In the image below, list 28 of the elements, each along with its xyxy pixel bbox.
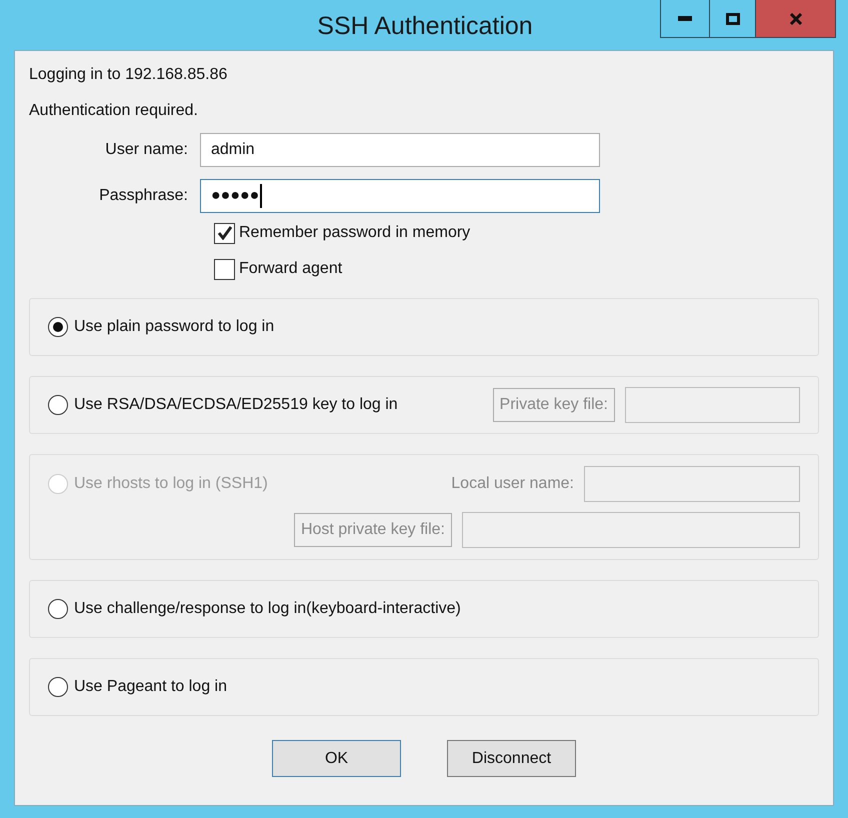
- field-label: Passphrase:: [98, 186, 189, 206]
- minimize-icon: [678, 16, 692, 21]
- minimize-button[interactable]: [660, 0, 710, 38]
- dialog-button[interactable]: OK: [272, 740, 401, 777]
- checkbox[interactable]: [214, 222, 235, 244]
- radio-button[interactable]: Use plain password to log in: [48, 315, 274, 339]
- text-field[interactable]: [462, 512, 800, 548]
- info-text: Logging in to 192.168.85.86: [29, 65, 228, 85]
- text-field[interactable]: [584, 466, 800, 502]
- field-label: Local user name:: [451, 474, 574, 494]
- field-label: Private key file:: [492, 388, 615, 422]
- dialog-button[interactable]: Disconnect: [447, 740, 576, 777]
- checkbox-label[interactable]: Forward agent: [239, 257, 342, 281]
- text-field[interactable]: [625, 387, 800, 423]
- field-label: Host private key file:: [294, 513, 452, 547]
- text-field[interactable]: admin: [200, 133, 600, 167]
- field-label: User name:: [104, 140, 189, 160]
- checkbox[interactable]: [214, 258, 235, 280]
- password-field[interactable]: ●●●●●: [200, 179, 600, 213]
- radio-button[interactable]: Use RSA/DSA/ECDSA/ED25519 key to log in: [48, 393, 398, 417]
- close-button[interactable]: [756, 0, 836, 38]
- checkbox-label[interactable]: Remember password in memory: [239, 221, 470, 245]
- info-text: Authentication required.: [29, 101, 199, 121]
- close-icon: [788, 12, 802, 24]
- window-title: SSH Authentication: [316, 11, 534, 42]
- maximize-icon: [726, 12, 740, 24]
- radio-button[interactable]: Use challenge/response to log in(keyboard-interactive): [48, 597, 461, 621]
- radio-button[interactable]: Use Pageant to log in: [48, 675, 227, 699]
